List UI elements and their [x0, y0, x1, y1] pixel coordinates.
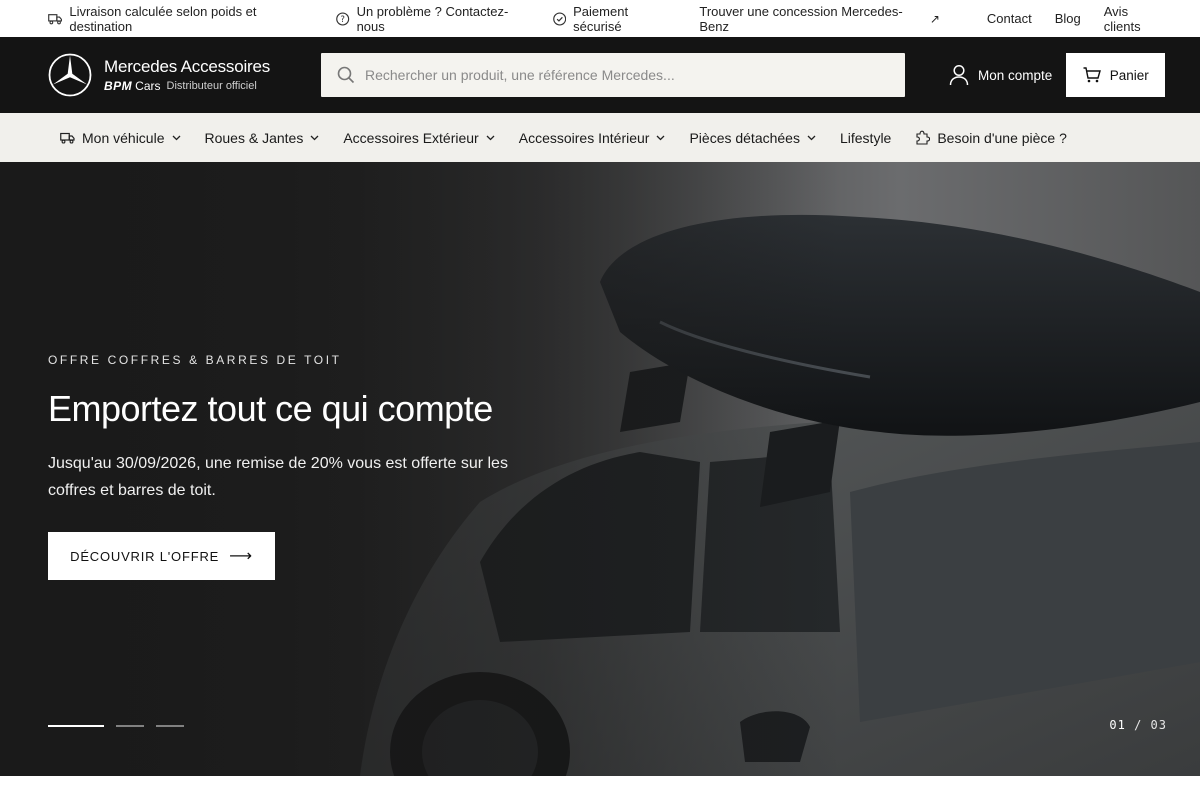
nav-label: Lifestyle: [839, 129, 892, 146]
account-link[interactable]: Mon compte: [949, 64, 1052, 86]
cart-icon: [1083, 67, 1101, 83]
puzzle-icon: [916, 130, 931, 145]
carousel-indicators: [48, 725, 196, 727]
bpm-logo: BPM: [104, 79, 133, 93]
nav-label: Besoin d'une pièce ?: [937, 129, 1067, 146]
nav-item-exterior-accessories[interactable]: Accessoires Extérieur: [343, 129, 495, 146]
slide-total: 03: [1150, 718, 1167, 732]
check-badge-icon: [552, 11, 566, 26]
cars-label: Cars: [135, 79, 161, 93]
chevron-down-icon: [310, 135, 319, 140]
chevron-down-icon: [486, 135, 495, 140]
mercedes-star-icon: [48, 53, 92, 97]
svg-text:?: ?: [341, 15, 346, 25]
slide-current: 01: [1109, 718, 1126, 732]
arrow-right-icon: ⟶: [229, 548, 253, 565]
question-icon: ?: [336, 11, 350, 26]
search-icon: [337, 66, 355, 84]
slide-counter: 01 / 03: [1109, 718, 1167, 732]
hero-eyebrow: OFFRE COFFRES & BARRES DE TOIT: [48, 353, 342, 367]
secure-payment-info: Paiement sécurisé: [552, 3, 676, 34]
nav-item-need-a-part[interactable]: Besoin d'une pièce ?: [915, 130, 1067, 146]
hero-title: Emportez tout ce qui compte: [48, 388, 493, 429]
help-text: Un problème ? Contactez-nous: [356, 3, 509, 34]
chevron-down-icon: [656, 135, 665, 140]
utility-bar: Livraison calculée selon poids et destin…: [0, 0, 1200, 37]
brand-names: Mercedes Accessoires BPM Cars Distribute…: [104, 57, 270, 93]
discover-offer-button[interactable]: DÉCOUVRIR L'OFFRE ⟶: [48, 532, 275, 580]
help-link[interactable]: ? Un problème ? Contactez-nous: [336, 4, 529, 34]
shipping-info: Livraison calculée selon poids et destin…: [48, 4, 312, 34]
search-input[interactable]: [365, 67, 889, 83]
nav-label: Accessoires Extérieur: [343, 129, 479, 146]
chevron-down-icon: [807, 135, 816, 140]
cart-button[interactable]: Panier: [1066, 53, 1166, 97]
user-icon: [949, 64, 969, 86]
contact-link[interactable]: Contact: [987, 11, 1032, 26]
cart-label: Panier: [1109, 67, 1149, 83]
search-bar[interactable]: [321, 53, 905, 97]
nav-item-wheels[interactable]: Roues & Jantes: [205, 130, 320, 146]
nav-item-my-vehicle[interactable]: Mon véhicule: [60, 130, 181, 146]
shipping-text: Livraison calculée selon poids et destin…: [69, 3, 257, 34]
blog-link[interactable]: Blog: [1055, 11, 1081, 26]
carousel-dot-3[interactable]: [156, 725, 184, 727]
carousel-dot-2[interactable]: [116, 725, 144, 727]
nav-label: Roues & Jantes: [204, 129, 304, 146]
main-header: Mercedes Accessoires BPM Cars Distribute…: [0, 37, 1200, 113]
brand-subline: BPM Cars Distributeur officiel: [104, 79, 270, 93]
nav-item-interior-accessories[interactable]: Accessoires Intérieur: [519, 130, 666, 146]
reviews-link[interactable]: Avis clients: [1104, 4, 1160, 34]
truck-icon: [60, 132, 75, 144]
cta-label: DÉCOUVRIR L'OFFRE: [70, 548, 220, 564]
brand-title: Mercedes Accessoires: [104, 57, 271, 76]
chevron-down-icon: [172, 135, 180, 140]
utility-links: Contact Blog Avis clients: [964, 4, 1160, 34]
nav-label: Pièces détachées: [689, 129, 800, 146]
hero-carousel: OFFRE COFFRES & BARRES DE TOIT Emportez …: [0, 162, 1200, 776]
official-distributor-label: Distributeur officiel: [166, 80, 257, 92]
main-nav: Mon véhicule Roues & Jantes Accessoires …: [0, 113, 1200, 162]
nav-item-spare-parts[interactable]: Pièces détachées: [689, 130, 816, 146]
external-arrow-icon: ↗: [929, 11, 940, 26]
dealer-text: Trouver une concession Mercedes-Benz: [699, 3, 903, 34]
dealer-link[interactable]: Trouver une concession Mercedes-Benz ↗: [699, 4, 940, 34]
carousel-dot-1[interactable]: [48, 725, 104, 727]
slide-separator: /: [1134, 718, 1143, 732]
truck-icon: [48, 13, 62, 24]
account-label: Mon compte: [978, 67, 1053, 83]
brand-logo-link[interactable]: Mercedes Accessoires BPM Cars Distribute…: [48, 53, 321, 97]
nav-label: Mon véhicule: [82, 129, 165, 146]
secure-payment-text: Paiement sécurisé: [573, 3, 629, 34]
hero-description: Jusqu'au 30/09/2026, une remise de 20% v…: [48, 455, 508, 499]
nav-label: Accessoires Intérieur: [518, 129, 650, 146]
nav-item-lifestyle[interactable]: Lifestyle: [840, 130, 891, 146]
